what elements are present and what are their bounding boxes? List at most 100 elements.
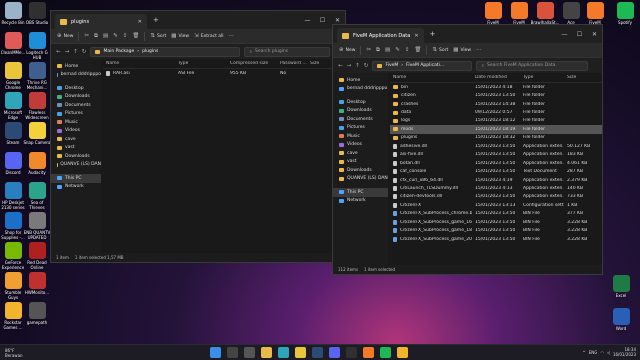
close-tab-icon[interactable]: ✕ xyxy=(138,19,142,25)
file-row[interactable]: CitizenFX 15/01/2023 13:13 Configuration s… xyxy=(390,201,602,209)
forward-arrow-icon[interactable]: → xyxy=(65,49,70,55)
sidebar-item-cave[interactable]: cave xyxy=(333,149,388,158)
sort-button[interactable]: ⇅ Sort xyxy=(150,33,166,39)
file-row[interactable]: bin 15/01/2023 4:18 File folder xyxy=(390,83,602,91)
view-button[interactable]: ▦ View xyxy=(171,33,189,39)
desktop-icon-fivem[interactable]: FiveM xyxy=(506,2,532,25)
extract-all-button[interactable]: ⇲ Extract all xyxy=(194,33,223,39)
column-header-type[interactable]: Type xyxy=(520,75,564,80)
sidebar-item-documents[interactable]: Documents xyxy=(333,115,388,124)
breadcrumb-fivem[interactable]: FiveM xyxy=(385,63,398,68)
back-arrow-icon[interactable]: ← xyxy=(338,63,343,69)
sidebar-item-vast[interactable]: vast xyxy=(333,158,388,167)
file-row[interactable]: CitizenFX_SubProcess_chrome.bin 15/01/202… xyxy=(390,210,602,218)
file-row[interactable]: data 09/12/2022 0:57 File folder xyxy=(390,108,602,116)
delete-icon[interactable]: 🗑 xyxy=(414,47,421,53)
minimize-button[interactable]: — xyxy=(300,17,315,24)
more-options-icon[interactable]: ··· xyxy=(229,33,234,39)
column-header-name[interactable]: Name xyxy=(390,75,472,80)
chevron-up-icon[interactable]: ^ xyxy=(582,350,585,355)
wifi-icon[interactable]: ◠ xyxy=(600,350,604,355)
sidebar-item-desktop[interactable]: Desktop xyxy=(333,98,388,107)
taskbar-search-icon[interactable] xyxy=(227,347,238,358)
taskbar-task-view-icon[interactable] xyxy=(244,347,255,358)
sidebar-item-quanve-ls-dan[interactable]: QUANVE (LS) DAN xyxy=(51,161,101,170)
close-window-button[interactable]: ✕ xyxy=(587,31,602,38)
file-row[interactable]: plugins 15/01/2023 18:32 File folder xyxy=(390,134,602,142)
taskbar-discord-icon[interactable] xyxy=(329,347,340,358)
language-indicator[interactable]: ENG xyxy=(589,350,598,355)
sidebar-item-home[interactable]: Home xyxy=(51,62,101,71)
sidebar-item-this-pc[interactable]: This PC xyxy=(333,188,388,197)
taskbar-fivem-icon[interactable] xyxy=(363,347,374,358)
file-row[interactable]: RAR.asi ASI File 955 KB No xyxy=(103,69,345,77)
sidebar-item-this-pc[interactable]: This PC xyxy=(51,174,101,183)
new-tab-button[interactable]: + xyxy=(153,16,159,24)
sidebar-item-home[interactable]: Home xyxy=(333,76,388,85)
sidebar-item-network[interactable]: Network xyxy=(51,183,101,192)
desktop-icon-snap-camera[interactable]: Snap Camera xyxy=(23,122,51,145)
file-row[interactable]: adhesive.dll 15/01/2023 13:50 Application … xyxy=(390,142,602,150)
file-row[interactable]: asi-five.dll 15/01/2023 13:50 Application … xyxy=(390,151,602,159)
sidebar-item-downloads[interactable]: Downloads xyxy=(333,166,388,175)
file-row[interactable]: CitizenFX_SubProcess_game_1604.bin15/01/… xyxy=(390,218,602,226)
sidebar-item-videos[interactable]: Videos xyxy=(333,141,388,150)
new-button[interactable]: ⊕ New xyxy=(339,47,355,53)
desktop-icon-audacity[interactable]: Audacity xyxy=(24,152,50,175)
refresh-icon[interactable]: ↻ xyxy=(364,63,369,69)
file-row[interactable]: cfx_curl_x86_64.dll 15/01/2023 4:19 Applic… xyxy=(390,176,602,184)
paste-icon[interactable]: ▤ xyxy=(385,47,390,53)
minimize-button[interactable]: — xyxy=(557,31,572,38)
new-button[interactable]: ⊕ New xyxy=(57,33,73,39)
column-header-date-modified[interactable]: Date modified xyxy=(472,75,520,80)
delete-icon[interactable]: 🗑 xyxy=(132,33,139,39)
desktop-icon-logitech-g-hub[interactable]: Logitech G HUB xyxy=(24,32,50,60)
back-arrow-icon[interactable]: ← xyxy=(56,49,61,55)
desktop-icon-stumble-guys[interactable]: Stumble Guys xyxy=(0,272,26,300)
refresh-icon[interactable]: ↻ xyxy=(82,49,87,55)
cut-icon[interactable]: ✂ xyxy=(84,33,89,39)
taskbar-chrome-icon[interactable] xyxy=(295,347,306,358)
file-row[interactable]: citizen 15/01/2023 13:50 File folder xyxy=(390,91,602,99)
copy-icon[interactable]: ⧉ xyxy=(94,33,98,40)
taskbar-spotify-icon[interactable] xyxy=(380,347,391,358)
sidebar-item-music[interactable]: Music xyxy=(51,118,101,127)
forward-arrow-icon[interactable]: → xyxy=(347,63,352,69)
desktop-icon-spotify[interactable]: Spotify xyxy=(612,2,638,25)
copy-icon[interactable]: ⧉ xyxy=(376,47,380,54)
rename-icon[interactable]: ✎ xyxy=(395,47,400,53)
rename-icon[interactable]: ✎ xyxy=(113,33,118,39)
desktop-icon-fivem[interactable]: FiveM xyxy=(582,2,608,25)
sidebar-item-desktop[interactable]: Desktop xyxy=(51,84,101,93)
file-row[interactable]: logs 15/01/2023 18:12 File folder xyxy=(390,117,602,125)
tab-fivem-application-data[interactable]: FiveM Application Data ✕ xyxy=(337,28,424,43)
share-icon[interactable]: ⇪ xyxy=(123,33,128,39)
close-tab-icon[interactable]: ✕ xyxy=(414,33,418,39)
up-arrow-icon[interactable]: ↑ xyxy=(355,63,360,69)
paste-icon[interactable]: ▤ xyxy=(103,33,108,39)
desktop-icon-flawless-widescreen[interactable]: Flawless Widescreen xyxy=(24,92,50,120)
desktop-icon-thrive-rg-mechani[interactable]: Thrive RG Mechani... xyxy=(24,62,50,90)
sidebar-item-bernad-dddripppo[interactable]: bernad dddripppo xyxy=(333,85,388,94)
column-header-password[interactable]: Password ... xyxy=(277,61,307,66)
desktop-icon-excel[interactable]: Excel xyxy=(608,275,634,298)
desktop-icon-obs-studio[interactable]: OBS Studio xyxy=(24,2,50,25)
address-bar[interactable]: FiveM › FiveM Applicati... xyxy=(372,60,473,71)
column-header-compressed-size[interactable]: Compressed size xyxy=(227,61,277,66)
sort-button[interactable]: ⇅ Sort xyxy=(432,47,448,53)
file-row[interactable]: botan.dll 15/01/2023 13:50 Application ext… xyxy=(390,159,602,167)
sidebar-item-music[interactable]: Music xyxy=(333,132,388,141)
sidebar-item-pictures[interactable]: Pictures xyxy=(51,110,101,119)
file-row[interactable]: citizen-devtools.dll 15/01/2023 13:50 Appl… xyxy=(390,193,602,201)
file-row[interactable]: caf_console 15/01/2023 13:50 Text Document… xyxy=(390,167,602,175)
taskbar-obs-icon[interactable] xyxy=(346,347,357,358)
file-row[interactable]: mods 15/01/2023 18:19 File folder xyxy=(390,125,602,134)
breadcrumb-plugins[interactable]: plugins xyxy=(142,49,158,54)
breadcrumb-fivem-application-data[interactable]: FiveM Applicati... xyxy=(406,63,444,68)
sidebar-item-network[interactable]: Network xyxy=(333,197,388,206)
desktop-icon-rockstar-games[interactable]: Rockstar Games ... xyxy=(0,302,26,330)
share-icon[interactable]: ⇪ xyxy=(405,47,410,53)
sidebar-item-documents[interactable]: Documents xyxy=(51,101,101,110)
column-header-name[interactable]: Name xyxy=(103,61,175,66)
sidebar-item-quanve-ls-dan[interactable]: QUANVE (LS) DAN xyxy=(333,175,388,184)
